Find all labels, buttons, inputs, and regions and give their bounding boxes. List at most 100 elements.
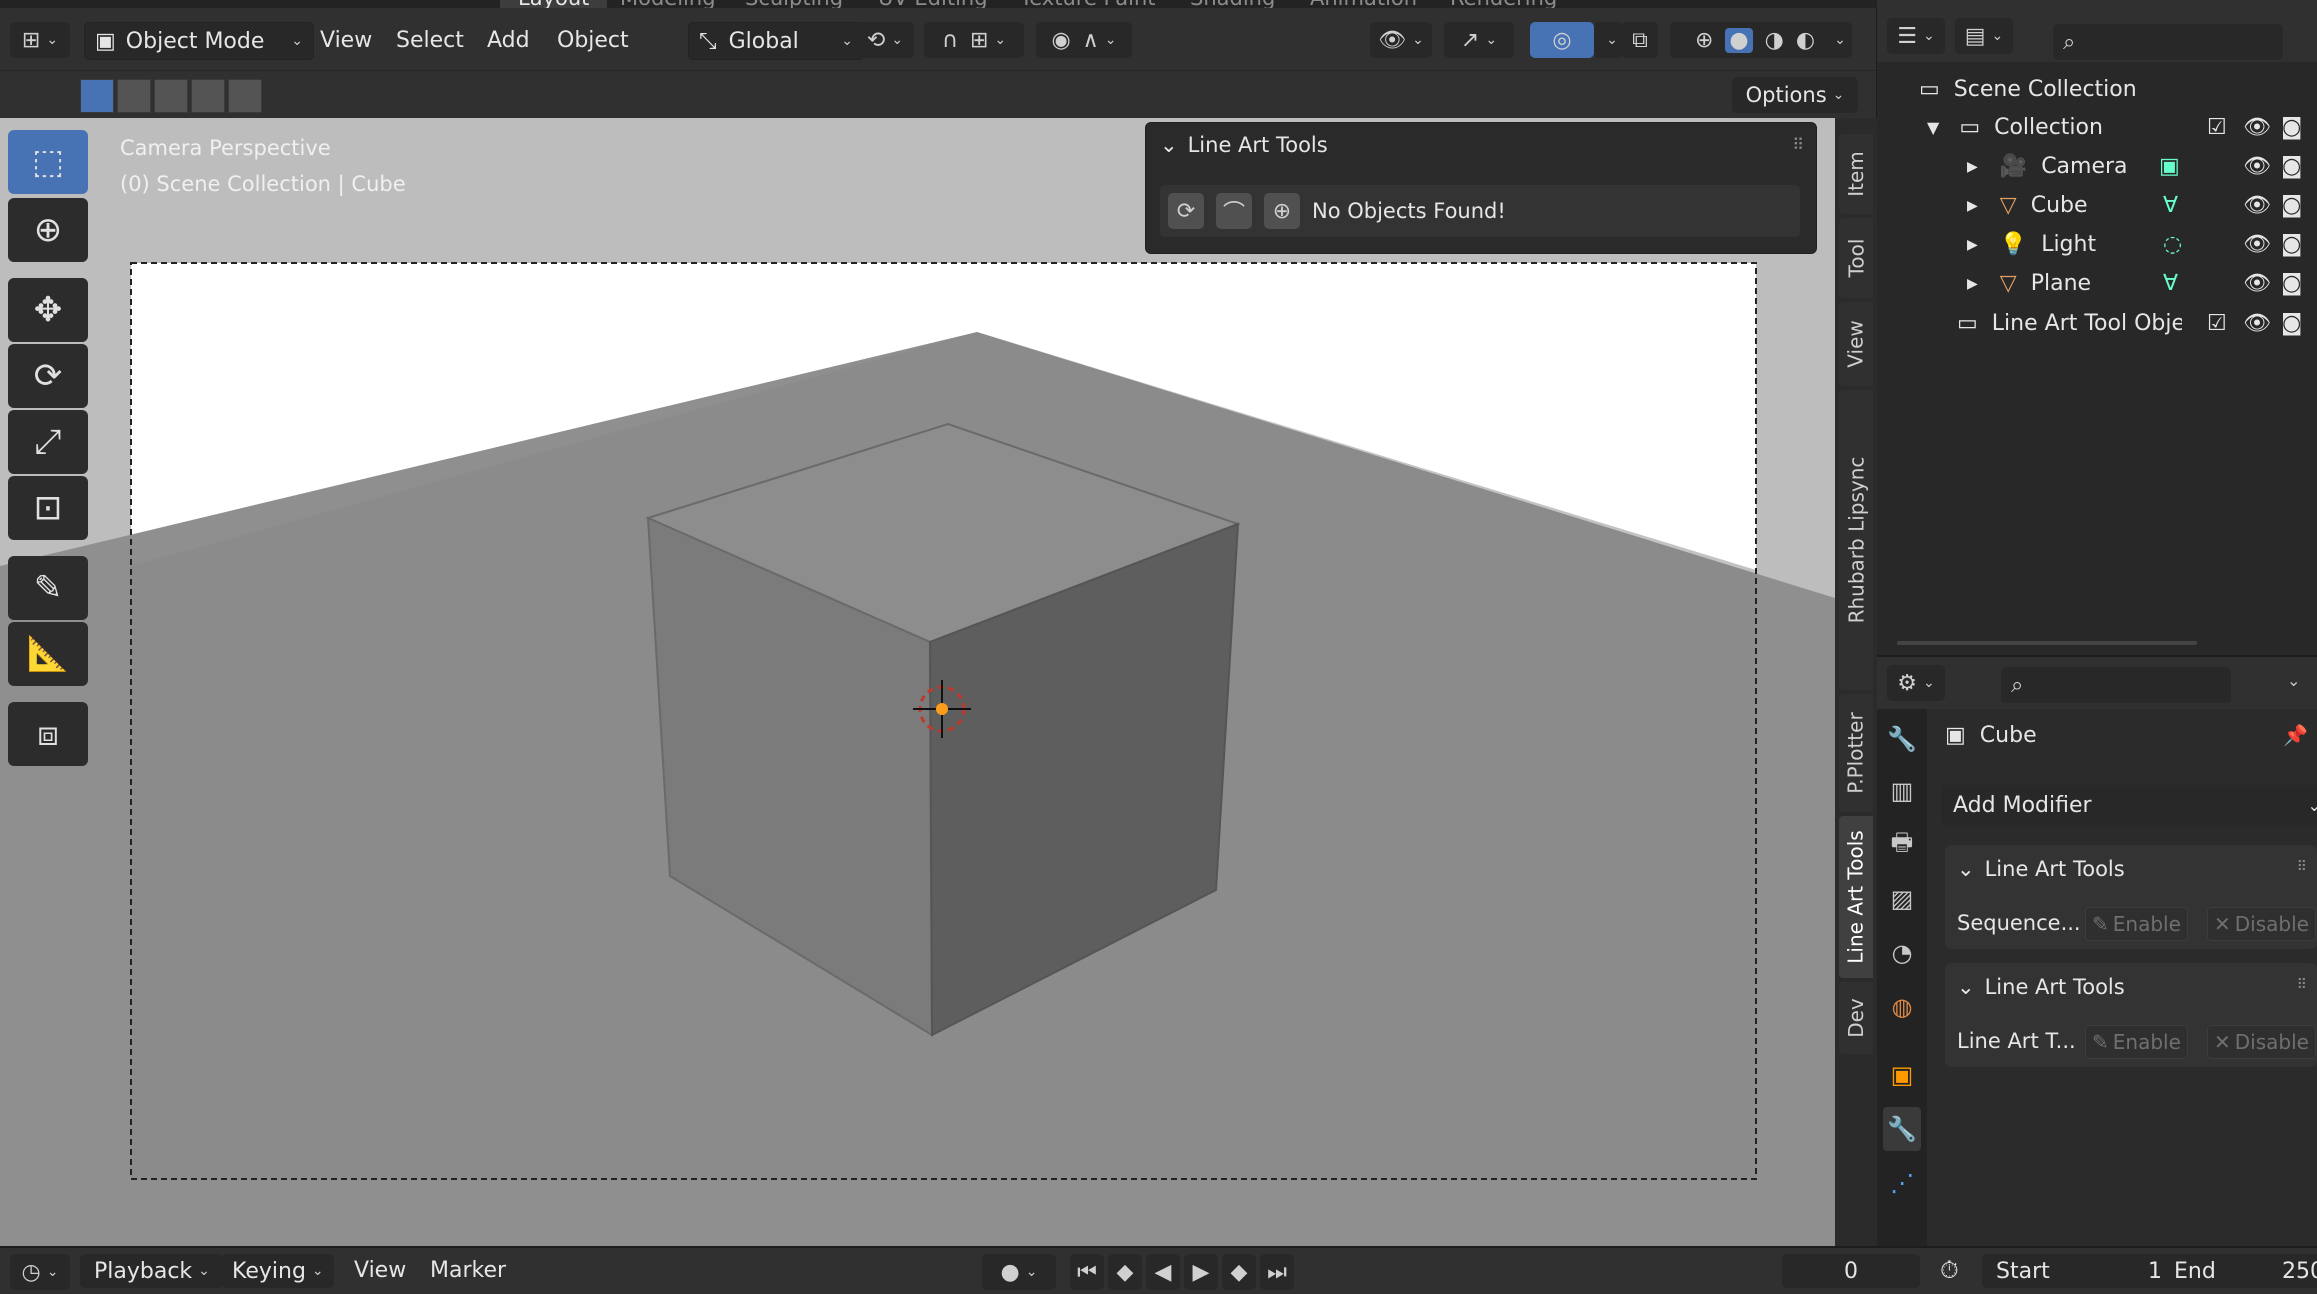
tab-tool[interactable]: Tool bbox=[1839, 218, 1873, 298]
overlays-button[interactable]: ◎ bbox=[1530, 22, 1594, 58]
select-subtract-button[interactable] bbox=[154, 79, 188, 113]
play-button[interactable]: ▶ bbox=[1184, 1254, 1218, 1290]
auto-keying-button[interactable]: ● ⌄ bbox=[982, 1254, 1056, 1290]
tab-rhubarb-lipsync[interactable]: Rhubarb Lipsync bbox=[1839, 390, 1873, 690]
snap-button[interactable]: ∩ ⊞ ⌄ bbox=[924, 22, 1024, 58]
disable-button[interactable]: ✕ Disable bbox=[2207, 907, 2316, 941]
tab-layout[interactable]: Layout bbox=[500, 0, 608, 8]
eye-icon[interactable]: 👁 bbox=[2243, 232, 2271, 257]
menu-object[interactable]: Object bbox=[557, 28, 629, 53]
properties-search-input[interactable]: ⌕ bbox=[2001, 667, 2231, 703]
rendered-shading-icon[interactable]: ◐ bbox=[1796, 28, 1815, 53]
camera-render-icon[interactable]: ◙ bbox=[2281, 115, 2302, 140]
overlays-dropdown[interactable]: ⌄ bbox=[1594, 22, 1624, 58]
checkbox-icon[interactable]: ☑ bbox=[2207, 115, 2227, 140]
refresh-button[interactable]: ⟳ bbox=[1168, 193, 1204, 229]
enable-button[interactable]: ✎ Enable bbox=[2085, 1025, 2188, 1059]
tab-animation[interactable]: Animation bbox=[1310, 0, 1417, 8]
transform-tool[interactable]: ⊡ bbox=[8, 476, 88, 540]
prev-keyframe-button[interactable]: ◆ bbox=[1108, 1254, 1142, 1290]
camera-render-icon[interactable]: ◙ bbox=[2281, 193, 2302, 218]
disable-button[interactable]: ✕ Disable bbox=[2207, 1025, 2316, 1059]
output-tab[interactable]: 🖶 bbox=[1883, 823, 1921, 867]
tab-item[interactable]: Item bbox=[1839, 134, 1873, 214]
panel-header[interactable]: ⌄ Line Art Tools bbox=[1160, 133, 1328, 157]
tool-tab[interactable]: 🔧 bbox=[1883, 717, 1921, 761]
outliner-item-light[interactable]: ▶ 💡 Light ◌ 👁 ◙ bbox=[1877, 225, 2317, 264]
tab-rendering[interactable]: Rendering bbox=[1450, 0, 1557, 8]
editor-type-button[interactable]: ⊞ ⌄ bbox=[10, 22, 70, 58]
next-keyframe-button[interactable]: ◆ bbox=[1222, 1254, 1256, 1290]
orientation-dropdown[interactable]: ⤡ Global ⌄ bbox=[688, 22, 864, 60]
end-frame-field[interactable]: End 250 bbox=[2160, 1254, 2317, 1288]
current-frame-field[interactable]: 0 bbox=[1782, 1254, 1920, 1288]
outliner-scene-collection[interactable]: ▭ Scene Collection bbox=[1877, 70, 2317, 109]
select-new-button[interactable] bbox=[80, 79, 114, 113]
play-reverse-button[interactable]: ◀ bbox=[1146, 1254, 1180, 1290]
pivot-point-button[interactable]: ⟲ ⌄ bbox=[856, 22, 914, 58]
mesh-data-icon[interactable]: ∀ bbox=[2163, 271, 2178, 296]
proportional-edit-button[interactable]: ◉ ∧ ⌄ bbox=[1036, 22, 1132, 58]
drag-handle-icon[interactable]: ⠿ bbox=[2297, 859, 2307, 875]
select-invert-button[interactable] bbox=[191, 79, 225, 113]
outliner-line-art-collection[interactable]: ▭ Line Art Tool Object ☑ 👁 ◙ bbox=[1877, 304, 2317, 343]
timeline-editor-type[interactable]: ◷ ⌄ bbox=[10, 1254, 70, 1290]
keying-menu[interactable]: Keying ⌄ bbox=[222, 1254, 334, 1288]
annotate-tool[interactable]: ✎ bbox=[8, 556, 88, 620]
timeline-view-menu[interactable]: View bbox=[354, 1258, 406, 1283]
modifier-panel-header[interactable]: ⌄ Line Art Tools bbox=[1957, 857, 2125, 881]
scale-tool[interactable]: ⤢ bbox=[8, 410, 88, 474]
add-cube-tool[interactable]: ⧈ bbox=[8, 702, 88, 766]
visibility-button[interactable]: 👁 ⌄ bbox=[1370, 22, 1432, 58]
eye-icon[interactable]: 👁 bbox=[2243, 311, 2271, 336]
outliner-item-camera[interactable]: ▶ 🎥 Camera ▣ 👁 ◙ bbox=[1877, 147, 2317, 186]
camera-render-icon[interactable]: ◙ bbox=[2281, 232, 2302, 257]
particles-tab[interactable]: ⋰ bbox=[1883, 1161, 1921, 1205]
3d-viewport[interactable]: Camera Perspective (0) Scene Collection … bbox=[0, 118, 1835, 1246]
add-button[interactable]: ⊕ bbox=[1264, 193, 1300, 229]
modifier-tab[interactable]: 🔧 bbox=[1883, 1107, 1921, 1151]
playback-menu[interactable]: Playback ⌄ bbox=[80, 1254, 224, 1288]
material-shading-icon[interactable]: ◑ bbox=[1765, 28, 1784, 53]
start-frame-field[interactable]: Start 1 bbox=[1982, 1254, 2176, 1288]
pin-icon[interactable]: 📌 bbox=[2283, 723, 2308, 747]
shading-dropdown[interactable]: ⌄ bbox=[1822, 22, 1852, 58]
scene-tab[interactable]: ◔ bbox=[1883, 931, 1921, 975]
mesh-data-icon[interactable]: ∀ bbox=[2163, 193, 2178, 218]
tab-shading[interactable]: Shading bbox=[1190, 0, 1275, 8]
outliner-scrollbar[interactable] bbox=[1897, 641, 2197, 645]
camera-data-icon[interactable]: ▣ bbox=[2159, 154, 2180, 179]
options-dropdown[interactable]: Options ⌄ bbox=[1732, 77, 1858, 113]
stopwatch-icon[interactable]: ⏱ bbox=[1940, 1256, 1959, 1284]
camera-render-icon[interactable]: ◙ bbox=[2281, 311, 2302, 336]
jump-end-button[interactable]: ⏭ bbox=[1260, 1254, 1294, 1290]
measure-tool[interactable]: 📐 bbox=[8, 622, 88, 686]
outliner-item-cube[interactable]: ▶ ▽ Cube ∀ 👁 ◙ bbox=[1877, 186, 2317, 225]
outliner-editor-type[interactable]: ☰ ⌄ bbox=[1887, 18, 1945, 54]
solid-shading-icon[interactable]: ● bbox=[1725, 27, 1753, 53]
eye-icon[interactable]: 👁 bbox=[2243, 271, 2271, 296]
tab-texture-paint[interactable]: Texture Paint bbox=[1020, 0, 1156, 8]
cursor-tool[interactable]: ⊕ bbox=[8, 198, 88, 262]
tab-pplotter[interactable]: P.Plotter bbox=[1839, 694, 1873, 812]
display-mode-button[interactable]: ▤ ⌄ bbox=[1955, 18, 2013, 54]
select-extend-button[interactable] bbox=[117, 79, 151, 113]
outliner-item-plane[interactable]: ▶ ▽ Plane ∀ 👁 ◙ bbox=[1877, 264, 2317, 303]
tab-line-art-tools[interactable]: Line Art Tools bbox=[1839, 816, 1873, 978]
enable-button[interactable]: ✎ Enable bbox=[2085, 907, 2188, 941]
world-tab[interactable]: ◍ bbox=[1883, 985, 1921, 1029]
outliner-search-input[interactable]: ⌕ bbox=[2053, 24, 2283, 60]
wireframe-shading-icon[interactable]: ⊕ bbox=[1695, 28, 1713, 53]
camera-render-icon[interactable]: ◙ bbox=[2281, 271, 2302, 296]
tab-view[interactable]: View bbox=[1839, 302, 1873, 386]
chevron-down-icon[interactable]: ⌄ bbox=[2287, 671, 2300, 690]
select-box-tool[interactable]: ⬚ bbox=[8, 130, 88, 194]
tab-sculpting[interactable]: Sculpting bbox=[745, 0, 843, 8]
jump-start-button[interactable]: ⏮ bbox=[1070, 1254, 1104, 1290]
object-tab[interactable]: ▣ bbox=[1883, 1053, 1921, 1097]
render-tab[interactable]: ▥ bbox=[1883, 769, 1921, 813]
mode-dropdown[interactable]: ▣ Object Mode ⌄ bbox=[84, 22, 314, 60]
camera-render-icon[interactable]: ◙ bbox=[2281, 154, 2302, 179]
properties-editor-type[interactable]: ⚙ ⌄ bbox=[1887, 665, 1945, 701]
select-intersect-button[interactable] bbox=[228, 79, 262, 113]
